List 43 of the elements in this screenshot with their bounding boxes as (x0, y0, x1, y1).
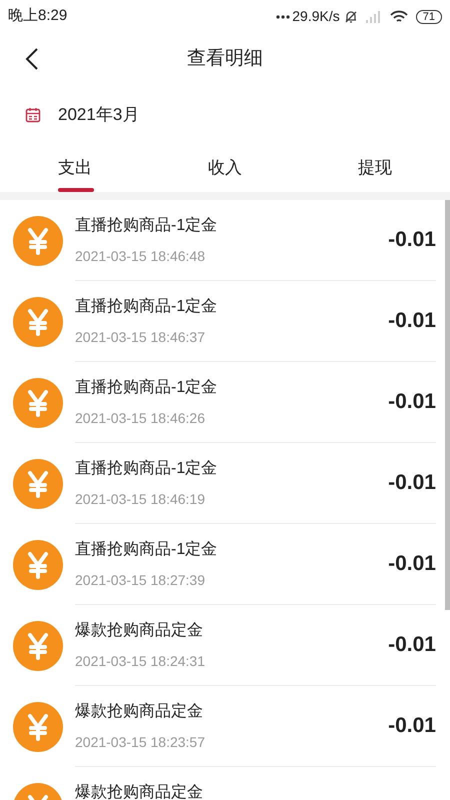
record-title: 爆款抢购商品定金 (75, 782, 204, 800)
record-title: 直播抢购商品-1定金 (75, 296, 218, 317)
yen-coin-icon (13, 458, 63, 508)
record-time: 2021-03-15 18:46:48 (75, 247, 206, 266)
page-title: 查看明细 (187, 46, 263, 71)
record-time: 2021-03-15 18:27:39 (75, 571, 206, 590)
tab[interactable]: 支出 (0, 145, 170, 192)
status-time: 晚上8:29 (8, 6, 68, 26)
more-dots-icon (276, 14, 290, 18)
yen-coin-icon (13, 296, 63, 346)
record-time: 2021-03-15 18:46:19 (75, 490, 206, 509)
record-amount: -0.01 (388, 632, 436, 658)
record-time: 2021-03-15 18:24:31 (75, 652, 206, 671)
yen-coin-icon (13, 540, 63, 590)
record-amount: -0.01 (388, 713, 436, 740)
calendar-icon[interactable] (25, 107, 41, 123)
yen-coin-icon (13, 620, 63, 670)
record-time: 2021-03-15 18:46:26 (75, 409, 206, 428)
yen-coin-icon (13, 702, 63, 752)
network-speed: 29.9K/s (292, 7, 340, 26)
record-title: 爆款抢购商品定金 (75, 620, 204, 641)
record-amount: -0.01 (388, 470, 436, 496)
tab[interactable]: 收入 (169, 145, 281, 192)
record-time: 2021-03-15 18:23:57 (75, 733, 206, 752)
record-title: 直播抢购商品-1定金 (75, 540, 218, 560)
month-selector[interactable]: 2021年3月 (58, 102, 140, 128)
record-time: 2021-03-15 18:46:37 (75, 328, 206, 347)
record-amount: -0.01 (388, 389, 436, 416)
tab[interactable]: 提现 (280, 145, 450, 192)
record-amount: -0.01 (388, 551, 436, 578)
record-title: 直播抢购商品-1定金 (75, 378, 218, 398)
record-title: 爆款抢购商品定金 (75, 702, 204, 722)
record-title: 直播抢购商品-1定金 (75, 458, 218, 479)
wifi-icon (390, 10, 408, 24)
signal-icon (366, 10, 382, 22)
record-amount: -0.01 (388, 227, 436, 254)
yen-coin-icon (13, 216, 63, 266)
yen-coin-icon (13, 378, 63, 428)
bell-off-icon (344, 10, 358, 24)
record-amount: -0.01 (388, 308, 436, 334)
battery-level: 71 (416, 10, 442, 24)
back-icon[interactable] (25, 47, 39, 71)
record-title: 直播抢购商品-1定金 (75, 216, 218, 236)
